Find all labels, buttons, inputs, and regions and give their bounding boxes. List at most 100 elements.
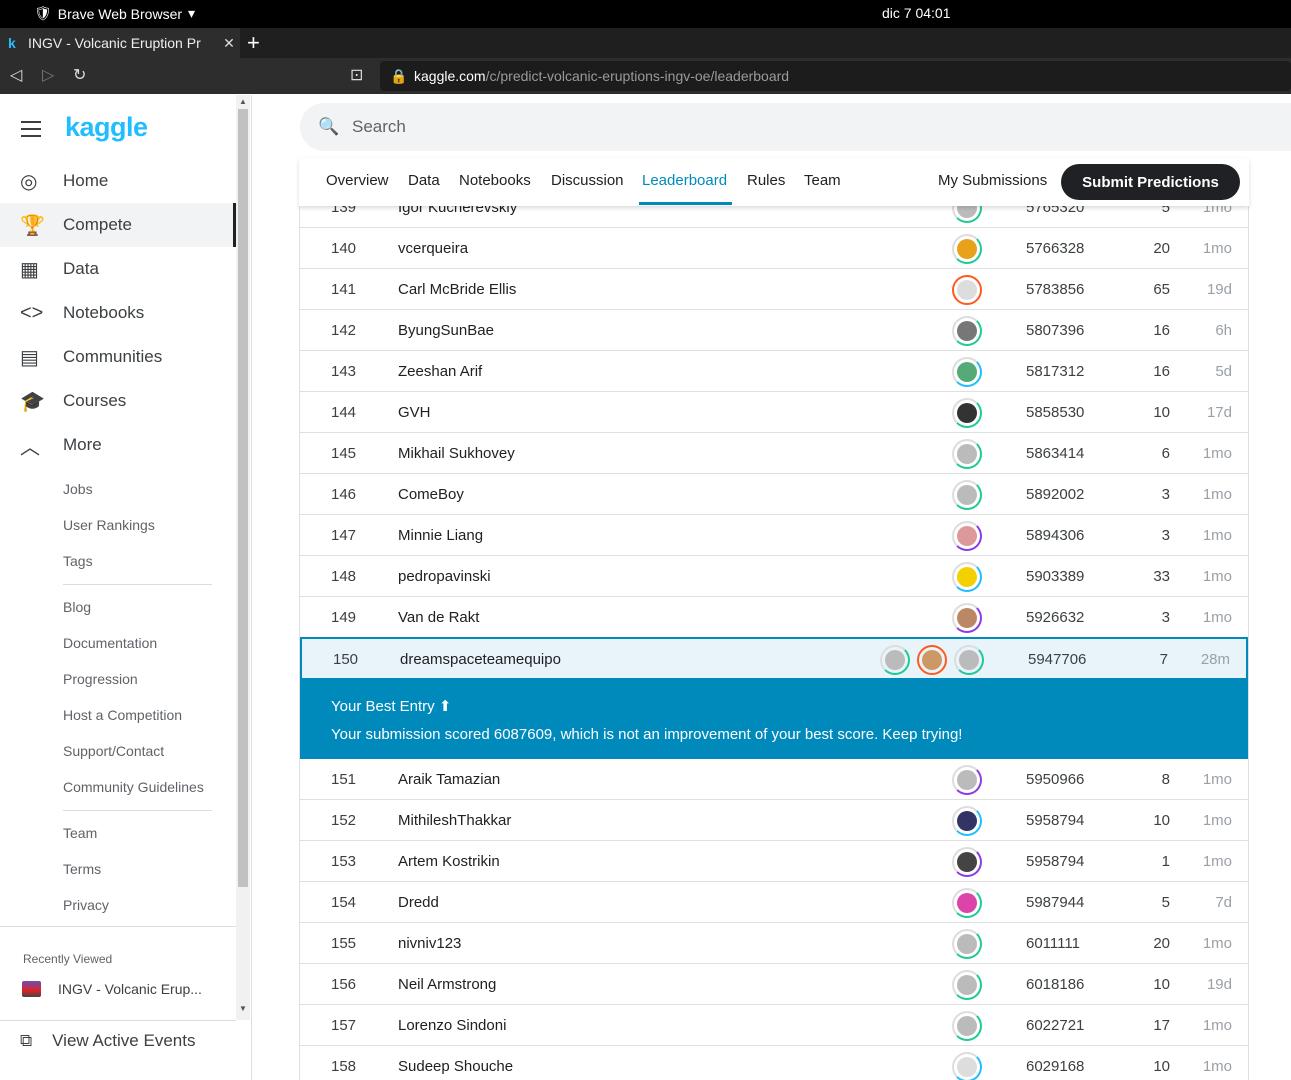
search-input[interactable]: Search bbox=[352, 117, 406, 137]
tab-leaderboard[interactable]: Leaderboard bbox=[642, 172, 727, 189]
sidebar-scrollbar[interactable]: ▲ ▼ bbox=[236, 95, 250, 1020]
team-name[interactable]: Van de Rakt bbox=[398, 609, 479, 626]
avatar[interactable] bbox=[954, 645, 984, 675]
close-tab-icon[interactable]: ✕ bbox=[218, 35, 240, 52]
more-item-user-rankings[interactable]: User Rankings bbox=[63, 517, 155, 533]
table-row[interactable]: 151 Araik Tamazian 5950966 8 1mo bbox=[300, 759, 1248, 800]
team-name[interactable]: MithileshThakkar bbox=[398, 812, 511, 829]
team-name[interactable]: vcerqueira bbox=[398, 240, 468, 257]
table-row[interactable]: 153 Artem Kostrikin 5958794 1 1mo bbox=[300, 841, 1248, 882]
more-item-progression[interactable]: Progression bbox=[63, 671, 138, 687]
avatar[interactable] bbox=[952, 1052, 982, 1080]
avatar[interactable] bbox=[952, 929, 982, 959]
scrollbar-thumb[interactable] bbox=[238, 109, 248, 887]
clock[interactable]: dic 7 04:01 bbox=[882, 5, 951, 21]
nav-data[interactable]: ▦ Data bbox=[0, 247, 236, 291]
avatar[interactable] bbox=[917, 645, 947, 675]
view-active-events-button[interactable]: ⧉ View Active Events bbox=[20, 1031, 195, 1051]
team-name[interactable]: pedropavinski bbox=[398, 568, 491, 585]
more-item-support-contact[interactable]: Support/Contact bbox=[63, 743, 164, 759]
nav-compete[interactable]: 🏆 Compete bbox=[0, 203, 236, 247]
scroll-up-icon[interactable]: ▲ bbox=[239, 97, 247, 106]
more-item-team[interactable]: Team bbox=[63, 825, 97, 841]
new-tab-icon[interactable]: + bbox=[247, 30, 260, 56]
avatar[interactable] bbox=[952, 970, 982, 1000]
browser-tab[interactable]: k INGV - Volcanic Eruption Pr ✕ bbox=[0, 28, 240, 58]
more-item-privacy[interactable]: Privacy bbox=[63, 897, 109, 913]
nav-courses[interactable]: 🎓 Courses bbox=[0, 379, 236, 423]
avatar[interactable] bbox=[952, 398, 982, 428]
team-name[interactable]: Araik Tamazian bbox=[398, 771, 500, 788]
app-menu[interactable]: 🛡 Brave Web Browser ▾ bbox=[34, 5, 195, 22]
more-item-terms[interactable]: Terms bbox=[63, 861, 101, 877]
table-row[interactable]: 147 Minnie Liang 5894306 3 1mo bbox=[300, 515, 1248, 556]
bookmark-icon[interactable]: ⊡ bbox=[350, 65, 363, 85]
table-row[interactable]: 152 MithileshThakkar 5958794 10 1mo bbox=[300, 800, 1248, 841]
tab-data[interactable]: Data bbox=[408, 172, 440, 189]
my-submissions-link[interactable]: My Submissions bbox=[938, 172, 1047, 189]
avatar[interactable] bbox=[952, 765, 982, 795]
table-row[interactable]: 156 Neil Armstrong 6018186 10 19d bbox=[300, 964, 1248, 1005]
tab-overview[interactable]: Overview bbox=[326, 172, 389, 189]
team-name[interactable]: GVH bbox=[398, 404, 431, 421]
scroll-down-icon[interactable]: ▼ bbox=[239, 1004, 247, 1013]
table-row[interactable]: 142 ByungSunBae 5807396 16 6h bbox=[300, 310, 1248, 351]
avatar[interactable] bbox=[952, 316, 982, 346]
more-item-jobs[interactable]: Jobs bbox=[63, 481, 93, 497]
avatar[interactable] bbox=[952, 234, 982, 264]
team-name[interactable]: Minnie Liang bbox=[398, 527, 483, 544]
avatar[interactable] bbox=[952, 439, 982, 469]
avatar[interactable] bbox=[952, 562, 982, 592]
avatar[interactable] bbox=[952, 357, 982, 387]
team-name[interactable]: dreamspaceteamequipo bbox=[400, 651, 561, 668]
tab-rules[interactable]: Rules bbox=[747, 172, 785, 189]
team-name[interactable]: ComeBoy bbox=[398, 486, 464, 503]
avatar[interactable] bbox=[952, 521, 982, 551]
more-item-blog[interactable]: Blog bbox=[63, 599, 91, 615]
team-name[interactable]: ByungSunBae bbox=[398, 322, 494, 339]
tab-discussion[interactable]: Discussion bbox=[551, 172, 624, 189]
avatar[interactable] bbox=[952, 806, 982, 836]
more-item-documentation[interactable]: Documentation bbox=[63, 635, 157, 651]
tab-team[interactable]: Team bbox=[804, 172, 841, 189]
kaggle-logo[interactable]: kaggle bbox=[65, 112, 148, 143]
table-row[interactable]: 158 Sudeep Shouche 6029168 10 1mo bbox=[300, 1046, 1248, 1080]
table-row[interactable]: 143 Zeeshan Arif 5817312 16 5d bbox=[300, 351, 1248, 392]
back-icon[interactable]: ◁ bbox=[10, 65, 22, 85]
hamburger-menu-icon[interactable] bbox=[21, 121, 41, 142]
search-bar[interactable]: 🔍 Search bbox=[300, 103, 1291, 151]
table-row[interactable]: 157 Lorenzo Sindoni 6022721 17 1mo bbox=[300, 1005, 1248, 1046]
table-row[interactable]: 155 nivniv123 6011111 20 1mo bbox=[300, 923, 1248, 964]
more-item-community-guidelines[interactable]: Community Guidelines bbox=[63, 779, 204, 795]
avatar[interactable] bbox=[952, 275, 982, 305]
team-name[interactable]: Neil Armstrong bbox=[398, 976, 496, 993]
more-item-host-a-competition[interactable]: Host a Competition bbox=[63, 707, 182, 723]
nav-more[interactable]: ︿ More bbox=[0, 423, 236, 467]
team-name[interactable]: Sudeep Shouche bbox=[398, 1058, 513, 1075]
nav-home[interactable]: ◎ Home bbox=[0, 159, 236, 203]
team-name[interactable]: Carl McBride Ellis bbox=[398, 281, 516, 298]
table-row[interactable]: 154 Dredd 5987944 5 7d bbox=[300, 882, 1248, 923]
more-item-tags[interactable]: Tags bbox=[63, 553, 93, 569]
team-name[interactable]: Lorenzo Sindoni bbox=[398, 1017, 506, 1034]
avatar[interactable] bbox=[880, 645, 910, 675]
table-row[interactable]: 141 Carl McBride Ellis 5783856 65 19d bbox=[300, 269, 1248, 310]
table-row[interactable]: 146 ComeBoy 5892002 3 1mo bbox=[300, 474, 1248, 515]
tab-notebooks[interactable]: Notebooks bbox=[459, 172, 531, 189]
nav-communities[interactable]: ▤ Communities bbox=[0, 335, 236, 379]
avatar[interactable] bbox=[952, 1011, 982, 1041]
reload-icon[interactable]: ↻ bbox=[73, 65, 86, 85]
team-name[interactable]: Mikhail Sukhovey bbox=[398, 445, 515, 462]
table-row[interactable]: 140 vcerqueira 5766328 20 1mo bbox=[300, 228, 1248, 269]
my-team-row[interactable]: 150 dreamspaceteamequipo 5947706 7 28m bbox=[300, 637, 1248, 680]
recent-item[interactable]: INGV - Volcanic Erup... bbox=[22, 981, 202, 997]
team-name[interactable]: Zeeshan Arif bbox=[398, 363, 482, 380]
table-row[interactable]: 144 GVH 5858530 10 17d bbox=[300, 392, 1248, 433]
avatar[interactable] bbox=[952, 603, 982, 633]
submit-predictions-button[interactable]: Submit Predictions bbox=[1061, 164, 1240, 200]
team-name[interactable]: Artem Kostrikin bbox=[398, 853, 500, 870]
avatar[interactable] bbox=[952, 888, 982, 918]
address-bar[interactable]: 🔒 kaggle.com/c/predict-volcanic-eruption… bbox=[380, 61, 1291, 91]
team-name[interactable]: nivniv123 bbox=[398, 935, 461, 952]
table-row[interactable]: 149 Van de Rakt 5926632 3 1mo bbox=[300, 597, 1248, 638]
